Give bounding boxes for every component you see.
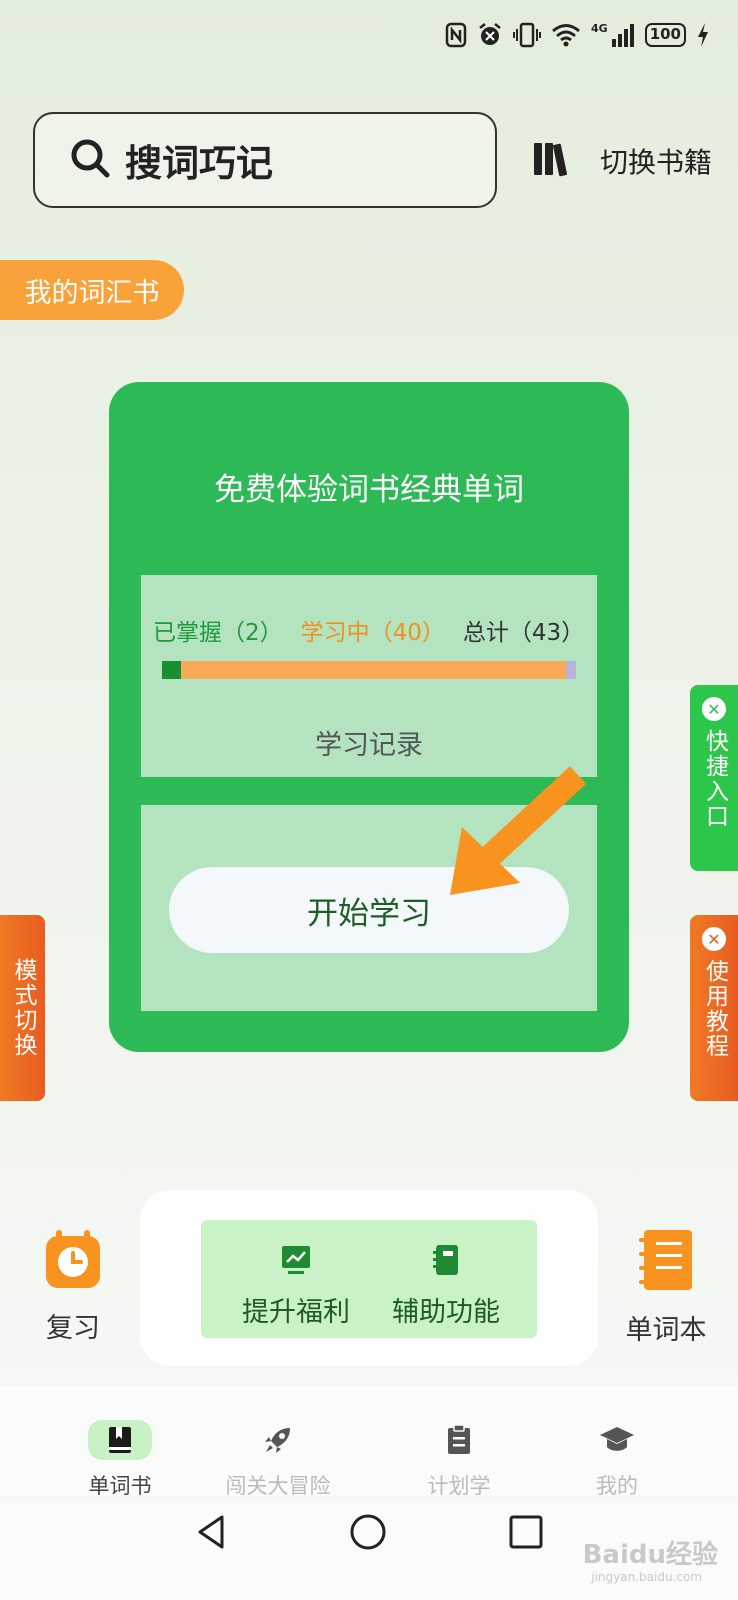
review-button[interactable]: 复习 [40,1228,106,1345]
network-label: 4G [591,22,608,35]
aux-functions-button[interactable]: 辅助功能 [371,1244,521,1329]
nav-label: 闯关大冒险 [225,1474,331,1498]
pointer-arrow-icon [440,765,590,909]
nav-plan-tab[interactable]: 计划学 [379,1420,539,1500]
quick-entry-tab[interactable]: ✕ 快捷入口 [690,685,738,871]
vocab-card: 免费体验词书经典单词 已掌握（2） 学习中（40） 总计（43） 学习记录 开始… [109,382,629,1052]
clipboard-icon [427,1420,491,1460]
nfc-icon [445,22,467,48]
search-label: 搜词巧记 [125,142,273,185]
battery-icon: 100 [644,23,686,47]
mastered-count: 已掌握（2） [153,620,283,646]
watermark-sub: jingyan.baidu.com [591,1570,702,1584]
nav-me-tab[interactable]: 我的 [537,1420,697,1500]
mode-switch-label: 模式切换 [10,958,36,1058]
rocket-icon [246,1420,310,1460]
status-icons: 4G 100 [445,20,710,50]
search-icon [69,137,111,183]
search-input[interactable]: 搜词巧记 [33,112,497,208]
quick-entry-label: 快捷入口 [701,729,728,829]
vibrate-icon [513,22,541,48]
progress-bar [162,661,576,679]
my-vocab-label: 我的词汇书 [24,277,160,309]
wifi-icon [551,23,581,47]
books-icon [532,141,574,181]
tools-card: 提升福利 辅助功能 [140,1190,598,1366]
wordbook-button[interactable]: 单词本 [620,1228,712,1347]
charging-icon [696,22,710,48]
close-icon[interactable]: ✕ [702,927,726,951]
calendar-clock-icon [40,1228,106,1294]
switch-book-label: 切换书籍 [600,146,713,179]
back-icon[interactable] [192,1512,232,1556]
switch-book-button[interactable]: 切换书籍 [532,136,712,186]
progress-mastered [162,661,181,679]
total-count: 总计（43） [462,620,585,646]
tutorial-label: 使用教程 [701,959,728,1059]
notebook-icon [432,1244,460,1280]
study-record-link[interactable]: 学习记录 [141,723,597,762]
status-bar: 4G 100 [0,0,738,70]
progress-learning [181,661,566,679]
aux-functions-label: 辅助功能 [392,1297,500,1328]
graduation-cap-icon [585,1420,649,1460]
recent-apps-icon[interactable] [506,1512,546,1556]
stats-row: 已掌握（2） 学习中（40） 总计（43） [153,613,584,647]
nav-adventure-tab[interactable]: 闯关大冒险 [198,1420,358,1500]
bottom-nav: 单词书 闯关大冒险 计划学 我的 [0,1386,738,1498]
learning-count: 学习中（40） [300,620,445,646]
home-icon[interactable] [348,1512,388,1556]
tutorial-tab[interactable]: ✕ 使用教程 [690,915,738,1101]
alarm-icon [477,22,503,48]
signal-icon: 4G [591,23,635,47]
tools-inner: 提升福利 辅助功能 [201,1220,537,1338]
review-label: 复习 [46,1313,100,1344]
my-vocab-tab[interactable]: 我的词汇书 [0,260,184,320]
nav-label: 计划学 [427,1474,491,1498]
start-learning-label: 开始学习 [307,895,431,932]
boost-benefits-button[interactable]: 提升福利 [221,1244,371,1329]
stats-panel[interactable]: 已掌握（2） 学习中（40） 总计（43） 学习记录 [141,575,597,777]
watermark: Baidu经验 [582,1540,718,1570]
wordbook-label: 单词本 [625,1315,707,1346]
book-icon [88,1420,152,1460]
mode-switch-tab[interactable]: 模式切换 [0,915,45,1101]
notepad-icon [620,1228,712,1296]
close-icon[interactable]: ✕ [702,697,726,721]
nav-wordbook-tab[interactable]: 单词书 [40,1420,200,1500]
chart-icon [280,1244,312,1280]
nav-label: 单词书 [88,1474,152,1498]
card-title: 免费体验词书经典单词 [214,472,524,508]
nav-label: 我的 [596,1474,638,1498]
boost-benefits-label: 提升福利 [242,1297,350,1328]
